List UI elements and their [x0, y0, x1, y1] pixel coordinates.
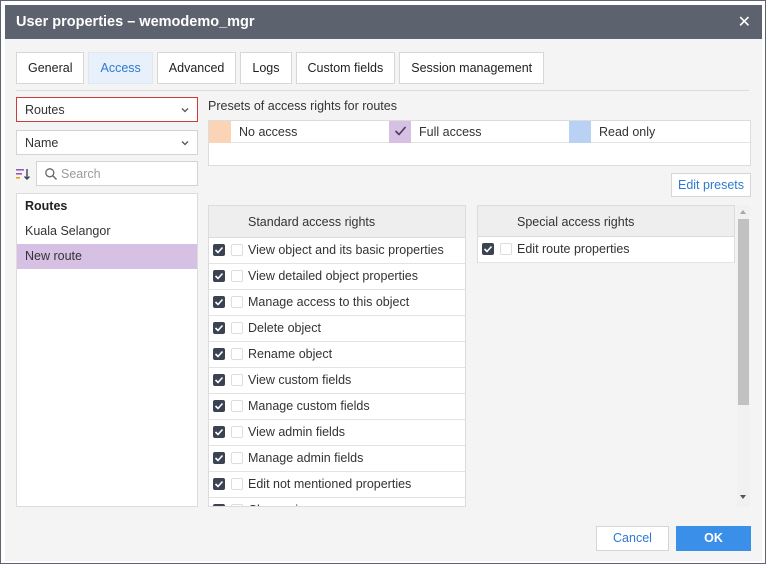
access-right-label: View object and its basic properties [248, 243, 444, 257]
user-properties-dialog: User properties – wemodemo_mgr ✕ General… [0, 0, 766, 564]
checkbox-unchecked[interactable] [500, 243, 512, 255]
checkbox-unchecked[interactable] [231, 296, 243, 308]
tab-general[interactable]: General [16, 52, 85, 84]
standard-rights-header: Standard access rights [209, 206, 465, 238]
access-right-row[interactable]: Manage custom fields [209, 394, 465, 420]
preset-swatch [389, 121, 411, 143]
access-right-label: Rename object [248, 347, 333, 361]
tab-session-management[interactable]: Session management [399, 52, 545, 84]
search-input[interactable] [61, 166, 191, 182]
object-type-select[interactable]: Routes [16, 97, 198, 122]
preset-label: Full access [419, 125, 482, 139]
edit-presets-button[interactable]: Edit presets [671, 173, 751, 197]
access-right-row[interactable]: Edit not mentioned properties [209, 472, 465, 498]
checkbox-unchecked[interactable] [231, 348, 243, 360]
checkbox-unchecked[interactable] [231, 322, 243, 334]
access-right-row[interactable]: Manage access to this object [209, 290, 465, 316]
tab-advanced[interactable]: Advanced [156, 52, 237, 84]
sort-icon[interactable] [15, 166, 31, 182]
title-bar: User properties – wemodemo_mgr ✕ [5, 5, 762, 39]
access-right-label: View custom fields [248, 373, 352, 387]
preset-swatch [569, 121, 591, 143]
tab-logs[interactable]: Logs [240, 52, 292, 84]
checkbox-checked-icon[interactable] [213, 400, 225, 412]
ok-button[interactable]: OK [676, 526, 751, 551]
tab-bar: General Access Advanced Logs Custom fiel… [16, 52, 545, 84]
checkbox-checked-icon[interactable] [213, 348, 225, 360]
checkbox-checked-icon[interactable] [213, 270, 225, 282]
preset-full-access[interactable]: Full access [389, 121, 569, 143]
checkbox-unchecked[interactable] [231, 478, 243, 490]
checkbox-unchecked[interactable] [231, 374, 243, 386]
preset-read-only[interactable]: Read only [569, 121, 750, 143]
presets-label: Presets of access rights for routes [208, 99, 397, 113]
scroll-up-icon[interactable] [740, 210, 746, 214]
presets-box: No access Full access Read only [208, 120, 751, 166]
checkbox-unchecked[interactable] [231, 452, 243, 464]
list-item[interactable]: Kuala Selangor [17, 219, 197, 244]
checkbox-unchecked[interactable] [231, 504, 243, 506]
access-right-row[interactable]: View object and its basic properties [209, 238, 465, 264]
object-type-value: Routes [25, 103, 65, 117]
tab-access[interactable]: Access [88, 52, 153, 84]
preset-no-access[interactable]: No access [209, 121, 389, 143]
checkbox-unchecked[interactable] [231, 400, 243, 412]
access-right-label: Manage custom fields [248, 399, 370, 413]
access-right-label: Manage access to this object [248, 295, 410, 309]
access-right-row[interactable]: Change icon [209, 498, 465, 506]
checkbox-checked-icon[interactable] [213, 374, 225, 386]
rights-scrollbar[interactable] [737, 205, 750, 507]
cancel-button[interactable]: Cancel [596, 526, 669, 551]
access-right-label: View admin fields [248, 425, 346, 439]
checkbox-checked-icon[interactable] [213, 244, 225, 256]
access-right-label: View detailed object properties [248, 269, 419, 283]
access-right-row[interactable]: Manage admin fields [209, 446, 465, 472]
chevron-down-icon [181, 108, 189, 113]
checkbox-checked-icon[interactable] [213, 296, 225, 308]
checkbox-checked-icon[interactable] [213, 504, 225, 506]
access-right-label: Edit not mentioned properties [248, 477, 412, 491]
tab-custom-fields[interactable]: Custom fields [295, 52, 396, 84]
checkbox-unchecked[interactable] [231, 244, 243, 256]
access-right-row[interactable]: Rename object [209, 342, 465, 368]
search-icon [45, 168, 57, 180]
access-right-row[interactable]: View detailed object properties [209, 264, 465, 290]
presets-row: No access Full access Read only [209, 121, 750, 143]
list-header-routes: Routes [25, 199, 68, 213]
tab-divider [16, 90, 749, 91]
sort-field-select[interactable]: Name [16, 130, 198, 155]
checkbox-checked-icon[interactable] [213, 452, 225, 464]
checkbox-checked-icon[interactable] [482, 243, 494, 255]
checkbox-checked-icon[interactable] [213, 322, 225, 334]
check-icon [394, 126, 407, 136]
list-item-selected[interactable]: New route [17, 244, 197, 269]
preset-swatch [209, 121, 231, 143]
access-right-label: Delete object [248, 321, 321, 335]
preset-label: No access [239, 125, 298, 139]
access-right-row[interactable]: View custom fields [209, 368, 465, 394]
checkbox-unchecked[interactable] [231, 270, 243, 282]
access-right-label: Manage admin fields [248, 451, 364, 465]
access-right-row[interactable]: Delete object [209, 316, 465, 342]
access-right-row[interactable]: Edit route properties [477, 237, 735, 263]
access-right-label: Edit route properties [517, 242, 630, 256]
dialog-title: User properties – wemodemo_mgr [16, 14, 255, 30]
preset-label: Read only [599, 125, 656, 139]
special-rights-panel: Special access rights Edit route propert… [477, 205, 735, 507]
special-rights-header: Special access rights [477, 205, 735, 237]
standard-rights-panel: Standard access rights View object and i… [208, 205, 466, 507]
chevron-down-icon [181, 141, 189, 146]
search-box [36, 161, 198, 186]
close-icon[interactable]: ✕ [738, 12, 751, 32]
checkbox-checked-icon[interactable] [213, 426, 225, 438]
object-list: Routes Kuala Selangor New route [16, 193, 198, 507]
checkbox-checked-icon[interactable] [213, 478, 225, 490]
scroll-thumb[interactable] [738, 219, 749, 405]
access-right-row[interactable]: View admin fields [209, 420, 465, 446]
access-right-label: Change icon [248, 503, 318, 506]
checkbox-unchecked[interactable] [231, 426, 243, 438]
scroll-down-icon[interactable] [740, 495, 746, 499]
sort-field-value: Name [25, 136, 59, 150]
